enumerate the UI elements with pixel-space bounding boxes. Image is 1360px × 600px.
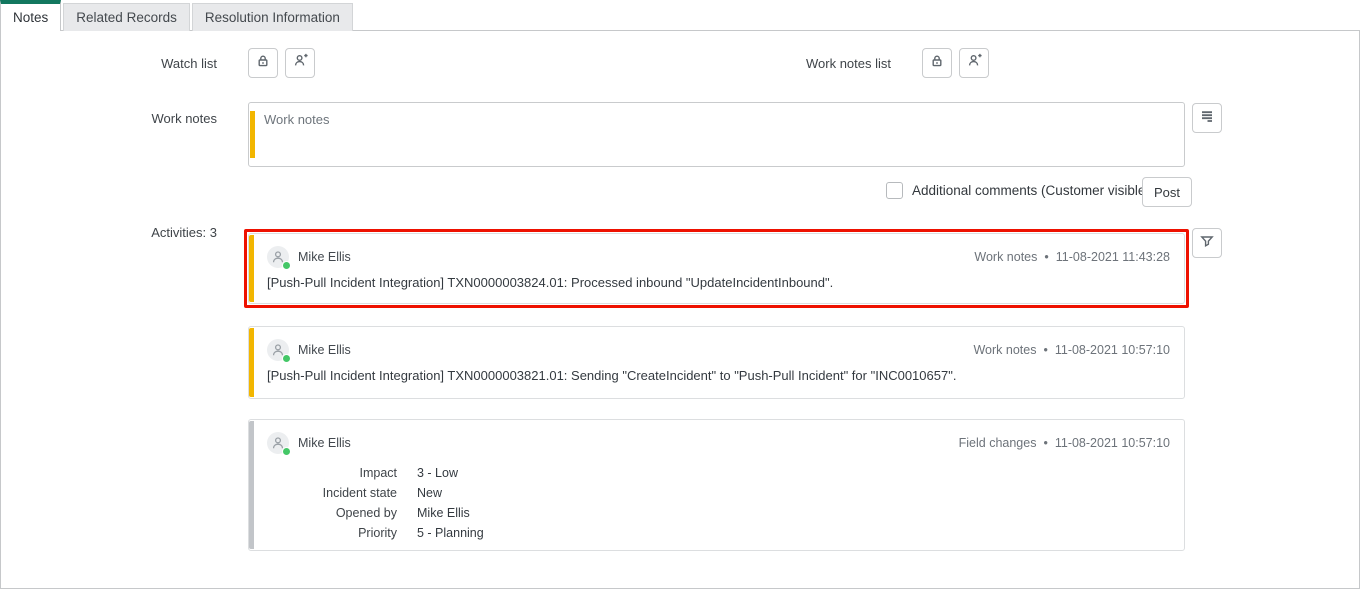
activity-author: Mike Ellis (267, 246, 351, 270)
field-change-value: 5 - Planning (417, 526, 484, 540)
field-change-label: Priority (358, 526, 397, 540)
presence-indicator (282, 447, 291, 456)
entry-accent-bar (249, 328, 254, 397)
work-notes-label: Work notes (151, 111, 217, 126)
tab-strip: Notes Related Records Resolution Informa… (0, 0, 355, 31)
meta-separator: • (1043, 436, 1048, 450)
entry-accent-bar (249, 421, 254, 549)
field-change-value: Mike Ellis (417, 506, 470, 520)
avatar (267, 246, 291, 270)
additional-comments-checkbox[interactable] (886, 182, 903, 199)
activity-meta: Work notes • 11-08-2021 11:43:28 (974, 250, 1170, 264)
activities-label: Activities: 3 (151, 225, 217, 240)
field-change-label: Opened by (335, 506, 397, 520)
activity-header: Mike Ellis Work notes • 11-08-2021 11:43… (267, 245, 1170, 270)
add-user-icon (966, 52, 983, 74)
activity-card[interactable]: Mike Ellis Work notes • 11-08-2021 11:43… (244, 229, 1189, 308)
entry-type: Field changes (958, 436, 1037, 450)
field-change-label: Incident state (322, 486, 397, 500)
lock-icon (929, 53, 945, 74)
activity-card[interactable]: Mike Ellis Work notes • 11-08-2021 10:57… (248, 326, 1185, 399)
activity-stream-icon (1199, 108, 1215, 129)
meta-separator: • (1043, 343, 1048, 357)
notes-tab-page: Notes Related Records Resolution Informa… (0, 0, 1360, 600)
activity-stream-toggle-button[interactable] (1192, 103, 1222, 133)
entry-type: Work notes (973, 343, 1037, 357)
activity-message: [Push-Pull Incident Integration] TXN0000… (267, 368, 957, 383)
activity-author: Mike Ellis (267, 339, 351, 363)
entry-type: Work notes (974, 250, 1038, 264)
work-notes-list-lock-button[interactable] (922, 48, 952, 78)
activity-meta: Field changes • 11-08-2021 10:57:10 (959, 436, 1170, 450)
filter-icon (1199, 233, 1215, 254)
meta-separator: • (1044, 250, 1049, 264)
avatar (267, 432, 291, 456)
entry-timestamp: 11-08-2021 11:43:28 (1055, 250, 1170, 264)
tab-related-records[interactable]: Related Records (63, 3, 190, 31)
presence-indicator (282, 354, 291, 363)
activity-card[interactable]: Mike Ellis Field changes • 11-08-2021 10… (248, 419, 1185, 551)
watch-list-lock-button[interactable] (248, 48, 278, 78)
lock-icon (255, 53, 271, 74)
author-name: Mike Ellis (298, 436, 351, 450)
work-notes-input[interactable] (258, 103, 1183, 166)
field-change-value: 3 - Low (417, 466, 458, 480)
activity-message: [Push-Pull Incident Integration] TXN0000… (267, 275, 834, 290)
activity-author: Mike Ellis (267, 432, 351, 456)
activities-filter-button[interactable] (1192, 228, 1222, 258)
watch-list-add-user-button[interactable] (285, 48, 315, 78)
field-change-value: New (417, 486, 443, 500)
entry-timestamp: 11-08-2021 10:57:10 (1054, 343, 1170, 357)
field-change-label: Impact (359, 466, 397, 480)
field-changes-list: Impact 3 - Low Incident state New Opened… (267, 466, 484, 540)
activity-meta: Work notes • 11-08-2021 10:57:10 (973, 343, 1170, 357)
entry-accent-bar (249, 235, 254, 302)
avatar (267, 339, 291, 363)
author-name: Mike Ellis (298, 250, 351, 264)
post-button[interactable]: Post (1142, 177, 1193, 207)
watch-list-label: Watch list (161, 56, 217, 71)
entry-timestamp: 11-08-2021 10:57:10 (1054, 436, 1170, 450)
tab-notes[interactable]: Notes (0, 0, 62, 31)
additional-comments-label: Additional comments (Customer visible) (912, 183, 1150, 198)
activity-header: Mike Ellis Work notes • 11-08-2021 10:57… (267, 338, 1170, 363)
author-name: Mike Ellis (298, 343, 351, 357)
work-notes-list-label: Work notes list (805, 56, 891, 71)
activity-header: Mike Ellis Field changes • 11-08-2021 10… (267, 431, 1170, 456)
add-user-icon (292, 52, 309, 74)
presence-indicator (282, 261, 291, 270)
mandatory-field-bar (250, 111, 255, 158)
tab-resolution-information[interactable]: Resolution Information (191, 3, 353, 31)
work-notes-list-add-user-button[interactable] (959, 48, 989, 78)
work-notes-field-wrap (248, 102, 1185, 167)
notes-panel: Watch list Work notes list Work notes Wo… (0, 30, 1360, 589)
